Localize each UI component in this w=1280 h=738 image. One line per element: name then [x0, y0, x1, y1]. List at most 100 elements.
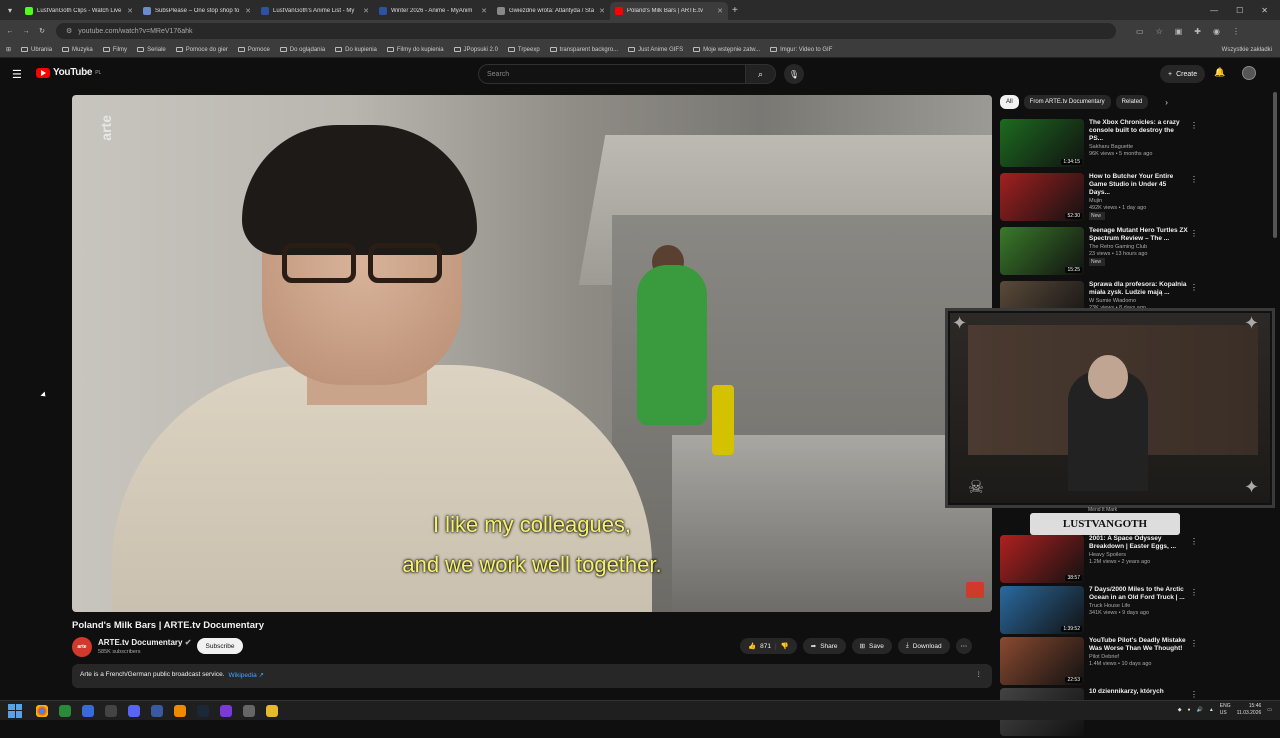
bookmark-item[interactable]: Filmy: [102, 47, 127, 53]
filter-chip[interactable]: All: [1000, 95, 1019, 109]
chevron-right-icon[interactable]: ›: [1165, 98, 1168, 107]
browser-menu-icon[interactable]: ⋮: [1232, 27, 1240, 36]
subscribe-button[interactable]: Subscribe: [197, 638, 243, 654]
apps-icon[interactable]: ⊞: [6, 46, 11, 53]
tab-close-icon[interactable]: ✕: [127, 7, 133, 15]
notification-icon[interactable]: ▭: [1267, 707, 1272, 713]
bookmark-item[interactable]: JPopsuki 2.0: [453, 47, 498, 53]
recommendation-item[interactable]: 1:39:52 7 Days/2000 Miles to the Arctic O…: [1000, 586, 1200, 636]
bookmark-item[interactable]: Pomoce: [237, 47, 270, 53]
vlc-icon[interactable]: [174, 704, 186, 717]
minimize-icon[interactable]: —: [1210, 6, 1218, 15]
description-more-icon[interactable]: ⋮: [976, 670, 983, 678]
all-bookmarks[interactable]: Wszystkie zakładki: [1222, 47, 1272, 53]
video-thumbnail[interactable]: 1:39:52: [1000, 586, 1084, 634]
tab-close-icon[interactable]: ✕: [363, 7, 369, 15]
back-icon[interactable]: ←: [4, 28, 16, 35]
tray-icon[interactable]: ●: [1188, 707, 1191, 713]
discord-icon[interactable]: [128, 704, 140, 717]
voice-search-button[interactable]: 🎙: [784, 64, 804, 84]
create-button[interactable]: + Create: [1160, 65, 1206, 83]
bookmark-item[interactable]: Muzyka: [62, 47, 93, 53]
share-button[interactable]: ➦ Share: [802, 638, 846, 654]
recommendation-item[interactable]: 38:57 2001: A Space Odyssey Breakdown | E…: [1000, 535, 1200, 585]
bookmark-item[interactable]: Moje wstępnie zatw...: [693, 47, 760, 53]
chrome-icon[interactable]: [36, 704, 48, 717]
recommendation-menu-icon[interactable]: ⋮: [1190, 175, 1198, 184]
bookmark-item[interactable]: transparent backgro...: [549, 47, 618, 53]
cast-icon[interactable]: ▭: [1136, 27, 1144, 36]
profile-icon[interactable]: ◉: [1213, 27, 1220, 36]
app-icon[interactable]: [151, 704, 163, 717]
video-thumbnail[interactable]: 15:25: [1000, 227, 1084, 275]
bookmark-item[interactable]: Filmy do kupienia: [386, 47, 444, 53]
browser-tab[interactable]: Gwiezdne wrota: Atlantyda / Sta ✕: [492, 2, 610, 20]
network-icon[interactable]: ▲: [1209, 707, 1214, 713]
like-button[interactable]: 👍 871 | 👎: [740, 638, 797, 654]
bookmark-item[interactable]: Do oglądania: [279, 47, 325, 53]
site-info-icon[interactable]: ⚙: [66, 27, 72, 35]
bookmark-item[interactable]: Seriale: [137, 47, 166, 53]
recommendation-item[interactable]: 1:34:15 The Xbox Chronicles: a crazy cons…: [1000, 119, 1200, 169]
app-icon[interactable]: [105, 704, 117, 717]
obs-icon[interactable]: [220, 704, 232, 717]
forward-icon[interactable]: →: [20, 28, 32, 35]
thumbs-down-icon[interactable]: 👎: [781, 642, 789, 650]
hamburger-menu-icon[interactable]: ☰: [12, 68, 22, 81]
video-thumbnail[interactable]: 52:30: [1000, 173, 1084, 221]
more-actions-button[interactable]: ⋯: [955, 638, 973, 654]
channel-avatar[interactable]: arte: [72, 637, 92, 657]
tab-close-icon[interactable]: ✕: [599, 7, 605, 15]
clock[interactable]: 15:46 11.03.2026: [1237, 703, 1262, 717]
account-avatar[interactable]: [1242, 66, 1256, 80]
video-player[interactable]: arte I like my colleagues, and we work w…: [72, 95, 992, 612]
bookmark-item[interactable]: Trpeexp: [507, 47, 540, 53]
tab-close-icon[interactable]: ✕: [717, 7, 723, 15]
recommendation-menu-icon[interactable]: ⋮: [1190, 537, 1198, 546]
recommendation-menu-icon[interactable]: ⋮: [1190, 283, 1198, 292]
recommendation-item[interactable]: 52:30 How to Butcher Your Entire Game Stu…: [1000, 173, 1200, 223]
tab-close-icon[interactable]: ✕: [245, 7, 251, 15]
app-icon[interactable]: [243, 704, 255, 717]
start-button-icon[interactable]: [8, 703, 22, 718]
language-indicator[interactable]: ENG US: [1220, 703, 1231, 717]
tab-search-icon[interactable]: ▾: [0, 0, 20, 20]
wikipedia-link[interactable]: Wikipedia ↗: [229, 671, 264, 681]
browser-tab[interactable]: SubsPlease – One stop shop fo ✕: [138, 2, 256, 20]
recommendation-menu-icon[interactable]: ⋮: [1190, 690, 1198, 699]
extensions-puzzle-icon[interactable]: ✚: [1194, 27, 1201, 36]
recommendation-menu-icon[interactable]: ⋮: [1190, 229, 1198, 238]
channel-name[interactable]: ARTE.tv Documentary ✔: [98, 638, 191, 647]
terminal-icon[interactable]: [59, 704, 71, 717]
url-field[interactable]: ⚙ youtube.com/watch?v=MReV176ahk: [56, 23, 1116, 39]
close-icon[interactable]: ✕: [1261, 6, 1268, 15]
browser-tab[interactable]: LustVanGoth Clips - Watch Live ✕: [20, 2, 138, 20]
recommendation-item[interactable]: 15:25 Teenage Mutant Hero Turtles ZX Spec…: [1000, 227, 1200, 277]
recommendation-item[interactable]: 22:53 YouTube Pilot's Deadly Mistake Was …: [1000, 637, 1200, 687]
video-thumbnail[interactable]: 1:34:15: [1000, 119, 1084, 167]
save-button[interactable]: ⊞ Save: [851, 638, 892, 654]
new-tab-button[interactable]: +: [732, 5, 738, 16]
bookmark-star-icon[interactable]: ☆: [1156, 27, 1163, 36]
browser-icon[interactable]: [82, 704, 94, 717]
recommendation-menu-icon[interactable]: ⋮: [1190, 588, 1198, 597]
extension-icon[interactable]: ▣: [1175, 27, 1183, 36]
steam-icon[interactable]: [197, 704, 209, 717]
bookmark-item[interactable]: Just Anime GIFS: [628, 47, 683, 53]
browser-tab[interactable]: Winter 2026 - Anime - MyAnim ✕: [374, 2, 492, 20]
download-button[interactable]: ⤓ Download: [897, 638, 950, 654]
recommendation-menu-icon[interactable]: ⋮: [1190, 121, 1198, 130]
tray-icon[interactable]: ◆: [1178, 707, 1182, 713]
video-thumbnail[interactable]: 38:57: [1000, 535, 1084, 583]
bookmark-item[interactable]: Ubrania: [21, 47, 52, 53]
volume-icon[interactable]: 🔊: [1197, 707, 1203, 713]
description-box[interactable]: Arte is a French/German public broadcast…: [72, 664, 992, 688]
search-input[interactable]: Search: [478, 64, 746, 84]
video-thumbnail[interactable]: 22:53: [1000, 637, 1084, 685]
browser-tab[interactable]: LustVanGoth's Anime List - My ✕: [256, 2, 374, 20]
youtube-logo[interactable]: YouTube PL: [36, 67, 101, 78]
search-button[interactable]: ⌕: [746, 64, 776, 84]
notifications-bell-icon[interactable]: 🔔: [1214, 67, 1225, 78]
bookmark-item[interactable]: Pomoce do gier: [175, 47, 228, 53]
bookmark-item[interactable]: Do kupienia: [335, 47, 377, 53]
